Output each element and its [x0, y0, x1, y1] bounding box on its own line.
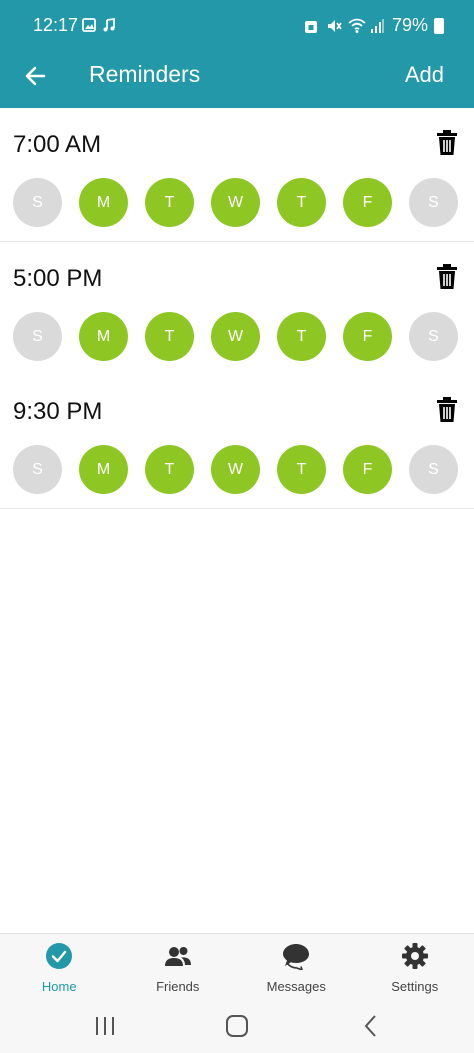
wifi-icon — [348, 18, 366, 34]
status-time: 12:17 — [33, 15, 79, 35]
day-toggle-tuesday[interactable]: T — [145, 445, 194, 494]
day-toggle-tuesday[interactable]: T — [145, 178, 194, 227]
nav-item-messages[interactable]: Messages — [237, 934, 356, 1001]
day-toggle-monday[interactable]: M — [79, 445, 128, 494]
day-toggle-friday[interactable]: F — [343, 312, 392, 361]
day-toggle-wednesday[interactable]: W — [211, 178, 260, 227]
day-toggle-sunday[interactable]: S — [13, 178, 62, 227]
nav-item-home[interactable]: Home — [0, 934, 119, 1001]
app-bar: Reminders Add — [0, 52, 474, 108]
mute-icon — [326, 18, 342, 34]
reminder-time[interactable]: 9:30 PM — [13, 398, 102, 426]
day-toggle-friday[interactable]: F — [343, 445, 392, 494]
day-toggle-saturday[interactable]: S — [409, 312, 458, 361]
image-notification-icon — [82, 17, 96, 33]
top-bar: 12:17 79% Reminders Add — [0, 0, 474, 108]
people-icon — [164, 942, 192, 970]
day-toggle-thursday[interactable]: T — [277, 445, 326, 494]
day-toggle-thursday[interactable]: T — [277, 312, 326, 361]
battery-percent: 79% — [391, 15, 428, 35]
day-toggle-saturday[interactable]: S — [409, 445, 458, 494]
gear-icon — [401, 942, 429, 970]
home-button-icon[interactable] — [224, 1013, 250, 1039]
lock-badge-icon — [304, 18, 320, 34]
add-button[interactable]: Add — [405, 62, 444, 88]
recent-apps-icon[interactable] — [92, 1013, 118, 1039]
back-arrow-icon[interactable] — [22, 62, 50, 90]
nav-label-home: Home — [41, 979, 77, 994]
day-toggle-sunday[interactable]: S — [13, 445, 62, 494]
status-bar: 12:17 79% — [0, 0, 474, 52]
trash-icon[interactable] — [436, 130, 458, 156]
chat-bubbles-icon — [282, 942, 310, 972]
nav-label-settings: Settings — [391, 979, 439, 994]
signal-icon — [370, 18, 386, 34]
check-circle-icon — [45, 942, 73, 970]
back-nav-icon[interactable] — [358, 1013, 384, 1039]
day-toggle-wednesday[interactable]: W — [211, 445, 260, 494]
reminder-item[interactable]: 5:00 PM S M T W T F S — [0, 242, 474, 376]
nav-item-friends[interactable]: Friends — [119, 934, 238, 1001]
reminder-time[interactable]: 7:00 AM — [13, 131, 101, 159]
nav-item-settings[interactable]: Settings — [356, 934, 474, 1001]
day-toggle-friday[interactable]: F — [343, 178, 392, 227]
nav-label-friends: Friends — [156, 979, 200, 994]
music-notification-icon — [102, 17, 116, 33]
day-selector: S M T W T F S — [13, 445, 458, 494]
trash-icon[interactable] — [436, 264, 458, 290]
day-toggle-monday[interactable]: M — [79, 178, 128, 227]
day-toggle-wednesday[interactable]: W — [211, 312, 260, 361]
day-toggle-thursday[interactable]: T — [277, 178, 326, 227]
day-selector: S M T W T F S — [13, 178, 458, 227]
nav-label-messages: Messages — [266, 979, 326, 994]
status-right: 79% — [304, 15, 444, 36]
reminder-item[interactable]: 9:30 PM S M T W T F S — [0, 375, 474, 509]
system-navigation-bar — [0, 1001, 474, 1053]
reminder-item[interactable]: 7:00 AM S M T W T F S — [0, 108, 474, 242]
day-toggle-saturday[interactable]: S — [409, 178, 458, 227]
day-toggle-monday[interactable]: M — [79, 312, 128, 361]
battery-icon — [434, 17, 444, 34]
page-title: Reminders — [89, 61, 201, 87]
day-selector: S M T W T F S — [13, 312, 458, 361]
status-notification-icons — [82, 17, 116, 33]
trash-icon[interactable] — [436, 397, 458, 423]
bottom-navigation: Home Friends Messages Settings — [0, 933, 474, 1001]
day-toggle-tuesday[interactable]: T — [145, 312, 194, 361]
reminder-time[interactable]: 5:00 PM — [13, 265, 102, 293]
day-toggle-sunday[interactable]: S — [13, 312, 62, 361]
